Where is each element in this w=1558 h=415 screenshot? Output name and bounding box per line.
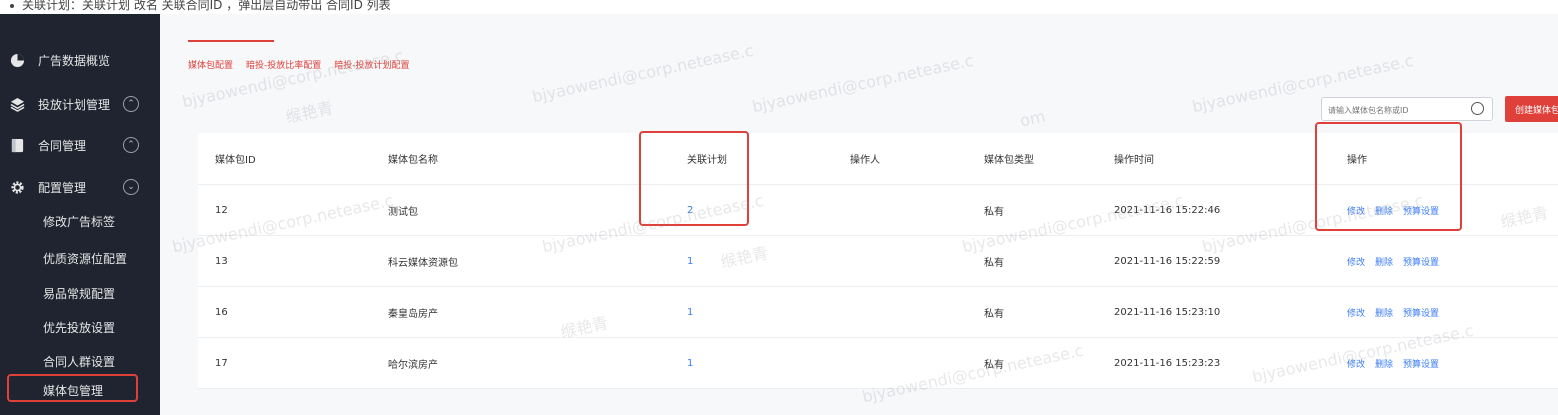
edit-link[interactable]: 修改 <box>1347 255 1365 268</box>
cell-name: 科云媒体资源包 <box>388 257 458 269</box>
cell-plans-link[interactable]: 1 <box>687 236 693 286</box>
sidebar-subitem-label: 修改广告标签 <box>43 214 116 229</box>
sidebar-item-label: 合同管理 <box>38 138 87 153</box>
cell-type: 私有 <box>984 206 1004 218</box>
sidebar-item-ad-overview[interactable]: 广告数据概览 <box>0 43 160 77</box>
cell-name: 哈尔滨房产 <box>388 359 438 371</box>
sidebar-subitem-premium-slots[interactable]: 优质资源位配置 <box>0 241 160 275</box>
cell-id: 12 <box>215 204 228 216</box>
cell-id: 17 <box>215 357 228 369</box>
chevron-up-icon[interactable]: ⌃ <box>123 96 139 112</box>
main-content: 媒体包配置 暗投-投放比率配置 暗投-投放计划配置 创建媒体包 媒体包ID 媒体… <box>160 14 1558 415</box>
cell-id: 13 <box>215 255 228 267</box>
sidebar-subitem-label: 优先投放设置 <box>43 320 116 335</box>
cell-id: 16 <box>215 306 228 318</box>
sidebar-subitem-label: 优质资源位配置 <box>43 251 128 266</box>
tab-media-pack-config[interactable]: 媒体包配置 <box>188 40 275 72</box>
contract-icon <box>9 137 25 153</box>
cell-name: 测试包 <box>388 206 418 218</box>
cell-type: 私有 <box>984 359 1004 371</box>
cell-actions: 修改 删除 预算设置 <box>1347 236 1449 286</box>
highlight-box <box>7 374 138 402</box>
delete-link[interactable]: 删除 <box>1375 306 1393 319</box>
sidebar-item-label: 配置管理 <box>38 180 87 195</box>
sidebar-item-plan-management[interactable]: 投放计划管理 ⌃ <box>0 87 160 121</box>
table-row: 17 哈尔滨房产 1 私有 2021-11-16 15:23:23 修改 删除 … <box>198 338 1558 389</box>
header-name: 媒体包名称 <box>388 155 438 166</box>
budget-settings-link[interactable]: 预算设置 <box>1403 357 1439 370</box>
header-time: 操作时间 <box>1114 155 1154 166</box>
search-icon[interactable] <box>1471 102 1484 115</box>
tab-bar: 媒体包配置 暗投-投放比率配置 暗投-投放计划配置 <box>188 40 423 72</box>
tab-dark-ratio-config[interactable]: 暗投-投放比率配置 <box>246 40 321 72</box>
watermark-text: bjyaowendi@corp.netease.c <box>750 50 976 117</box>
watermark-text: 缑艳青 <box>283 98 335 127</box>
highlight-plans-column <box>639 131 749 226</box>
search-input[interactable] <box>1322 98 1470 123</box>
header-operator: 操作人 <box>850 155 880 166</box>
tab-dark-plan-config[interactable]: 暗投-投放计划配置 <box>334 40 409 72</box>
cell-plans-link[interactable]: 1 <box>687 338 693 388</box>
annotation-text: 关联计划：关联计划 改名 关联合同ID ，弹出层自动带出 合同ID 列表 <box>22 0 391 12</box>
watermark-text: bjyaowendi@corp.netease.c <box>530 40 756 107</box>
cell-time: 2021-11-16 15:23:23 <box>1114 357 1221 369</box>
gear-icon <box>9 179 25 195</box>
table-row: 16 秦皇岛房产 1 私有 2021-11-16 15:23:10 修改 删除 … <box>198 287 1558 338</box>
sidebar-item-label: 广告数据概览 <box>38 53 111 68</box>
cell-name: 秦皇岛房产 <box>388 308 438 320</box>
chevron-down-icon[interactable]: ⌄ <box>123 179 139 195</box>
header-id: 媒体包ID <box>215 155 256 166</box>
edit-link[interactable]: 修改 <box>1347 357 1365 370</box>
search-box <box>1321 97 1493 123</box>
dashboard-icon <box>9 52 25 68</box>
cell-plans-link[interactable]: 1 <box>687 287 693 337</box>
create-media-pack-button[interactable]: 创建媒体包 <box>1505 96 1558 122</box>
cell-actions: 修改 删除 预算设置 <box>1347 287 1449 337</box>
cell-time: 2021-11-16 15:22:59 <box>1114 255 1221 267</box>
cell-time: 2021-11-16 15:23:10 <box>1114 306 1221 318</box>
cell-type: 私有 <box>984 257 1004 269</box>
sidebar-item-label: 投放计划管理 <box>38 97 111 112</box>
cell-type: 私有 <box>984 308 1004 320</box>
annotation-note: 关联计划：关联计划 改名 关联合同ID ，弹出层自动带出 合同ID 列表 <box>0 0 1558 14</box>
sidebar-subitem-label: 易品常规配置 <box>43 286 116 301</box>
highlight-actions-column <box>1315 122 1462 231</box>
cell-time: 2021-11-16 15:22:46 <box>1114 204 1221 216</box>
sidebar-subitem-priority-settings[interactable]: 优先投放设置 <box>0 310 160 344</box>
table-row: 13 科云媒体资源包 1 私有 2021-11-16 15:22:59 修改 删… <box>198 236 1558 287</box>
sidebar-subitem-label: 合同人群设置 <box>43 354 116 369</box>
delete-link[interactable]: 删除 <box>1375 357 1393 370</box>
edit-link[interactable]: 修改 <box>1347 306 1365 319</box>
layers-icon <box>9 96 25 112</box>
header-type: 媒体包类型 <box>984 155 1034 166</box>
sidebar-subitem-ad-tags[interactable]: 修改广告标签 <box>0 204 160 238</box>
watermark-text: om <box>1018 106 1048 131</box>
budget-settings-link[interactable]: 预算设置 <box>1403 255 1439 268</box>
bullet-icon <box>10 3 14 8</box>
delete-link[interactable]: 删除 <box>1375 255 1393 268</box>
sidebar-subitem-yipin-config[interactable]: 易品常规配置 <box>0 276 160 310</box>
sidebar: 广告数据概览 投放计划管理 ⌃ 合同管理 ⌃ 配置管理 ⌄ 修改广告标签 优质资… <box>0 14 160 415</box>
sidebar-item-config-management[interactable]: 配置管理 ⌄ <box>0 170 160 204</box>
chevron-up-icon[interactable]: ⌃ <box>123 137 139 153</box>
cell-actions: 修改 删除 预算设置 <box>1347 338 1449 388</box>
sidebar-item-contract-management[interactable]: 合同管理 ⌃ <box>0 128 160 162</box>
budget-settings-link[interactable]: 预算设置 <box>1403 306 1439 319</box>
